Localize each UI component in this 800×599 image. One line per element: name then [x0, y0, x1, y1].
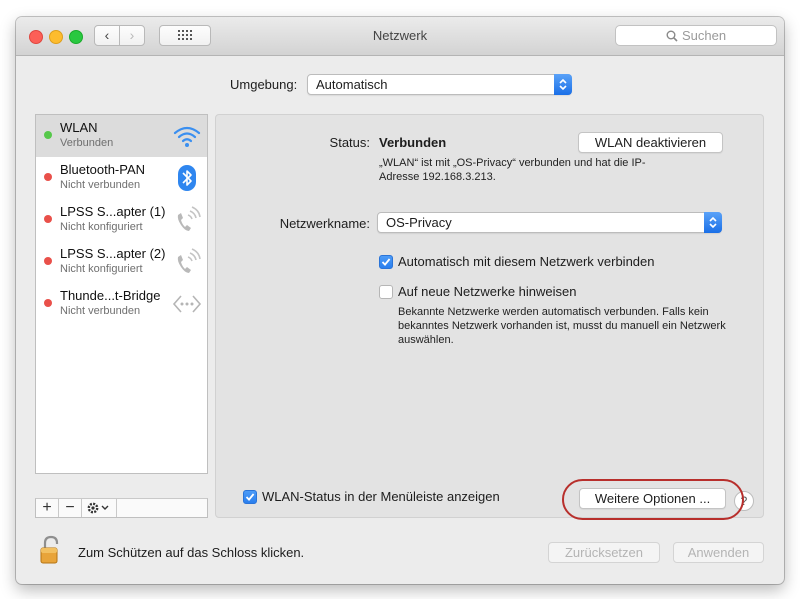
service-status: Nicht konfiguriert — [60, 221, 143, 233]
service-list-toolbar: + − — [35, 498, 208, 518]
status-info-text: „WLAN“ ist mit „OS-Privacy“ verbunden un… — [379, 157, 646, 183]
title-bar: ‹ › Netzwerk Suchen — [16, 17, 784, 56]
status-dot-disconnected — [44, 173, 52, 181]
service-item-lpss-1[interactable]: LPSS S...apter (1) Nicht konfiguriert — [36, 199, 207, 241]
network-name-label: Netzwerkname: — [279, 216, 370, 231]
status-dot-disconnected — [44, 257, 52, 265]
highlight-ring — [562, 479, 744, 520]
network-name-popup[interactable]: OS-Privacy — [377, 212, 722, 233]
ask-new-networks-help: Bekannte Netzwerke werden automatisch ve… — [398, 306, 726, 346]
status-label: Status: — [329, 135, 370, 150]
checkmark-icon — [381, 258, 391, 266]
auto-join-checkbox[interactable] — [379, 255, 393, 269]
service-status: Nicht verbunden — [60, 179, 141, 191]
location-popup[interactable]: Automatisch — [307, 74, 572, 95]
lock-hint-text: Zum Schützen auf das Schloss klicken. — [78, 545, 305, 560]
service-name: LPSS S...apter (1) — [60, 204, 166, 219]
ask-new-networks-label[interactable]: Auf neue Netzwerke hinweisen — [398, 284, 577, 299]
status-value: Verbunden — [379, 135, 447, 150]
phone-icon — [177, 248, 201, 273]
popup-arrows-icon — [704, 212, 722, 233]
wifi-icon — [173, 126, 201, 147]
ask-new-networks-checkbox[interactable] — [379, 285, 393, 299]
service-status: Nicht konfiguriert — [60, 263, 143, 275]
search-field[interactable]: Suchen — [615, 25, 777, 46]
search-icon — [666, 30, 678, 42]
location-label: Umgebung: — [230, 77, 298, 92]
action-menu-button[interactable] — [82, 499, 117, 517]
service-name: WLAN — [60, 120, 98, 135]
gear-icon — [87, 502, 109, 514]
wlan-deactivate-button[interactable]: WLAN deaktivieren — [578, 132, 723, 153]
network-name-value: OS-Privacy — [386, 215, 452, 230]
menubar-status-label[interactable]: WLAN-Status in der Menüleiste anzeigen — [262, 489, 500, 504]
service-name: Bluetooth-PAN — [60, 162, 146, 177]
lock-icon[interactable] — [40, 535, 60, 565]
menubar-status-checkbox[interactable] — [243, 490, 257, 504]
auto-join-label[interactable]: Automatisch mit diesem Netzwerk verbinde… — [398, 254, 655, 269]
service-item-bluetooth-pan[interactable]: Bluetooth-PAN Nicht verbunden — [36, 157, 207, 199]
add-service-button[interactable]: + — [36, 499, 59, 517]
popup-arrows-icon — [554, 74, 572, 95]
service-name: LPSS S...apter (2) — [60, 246, 166, 261]
network-preferences-window: ‹ › Netzwerk Suchen Umgebung: Automatisc… — [16, 17, 784, 584]
search-placeholder: Suchen — [681, 28, 727, 43]
service-item-wlan[interactable]: WLAN Verbunden — [36, 115, 207, 157]
service-item-lpss-2[interactable]: LPSS S...apter (2) Nicht konfiguriert — [36, 241, 207, 283]
status-dot-disconnected — [44, 215, 52, 223]
service-status: Verbunden — [60, 137, 114, 149]
service-name: Thunde...t-Bridge — [60, 288, 161, 303]
bridge-icon — [172, 295, 202, 313]
service-list[interactable]: WLAN Verbunden Bluetooth-PAN Nicht verbu… — [35, 114, 208, 474]
status-dot-disconnected — [44, 299, 52, 307]
remove-service-button[interactable]: − — [59, 499, 82, 517]
revert-button[interactable]: Zurücksetzen — [548, 542, 660, 563]
detail-pane: Status: Verbunden WLAN deaktivieren „WLA… — [215, 114, 764, 518]
service-item-thunderbolt-bridge[interactable]: Thunde...t-Bridge Nicht verbunden — [36, 283, 207, 325]
checkmark-icon — [245, 493, 255, 501]
phone-icon — [177, 206, 201, 231]
service-status: Nicht verbunden — [60, 305, 141, 317]
location-value: Automatisch — [316, 77, 388, 92]
status-dot-connected — [44, 131, 52, 139]
bluetooth-icon — [178, 165, 196, 191]
apply-button[interactable]: Anwenden — [673, 542, 764, 563]
